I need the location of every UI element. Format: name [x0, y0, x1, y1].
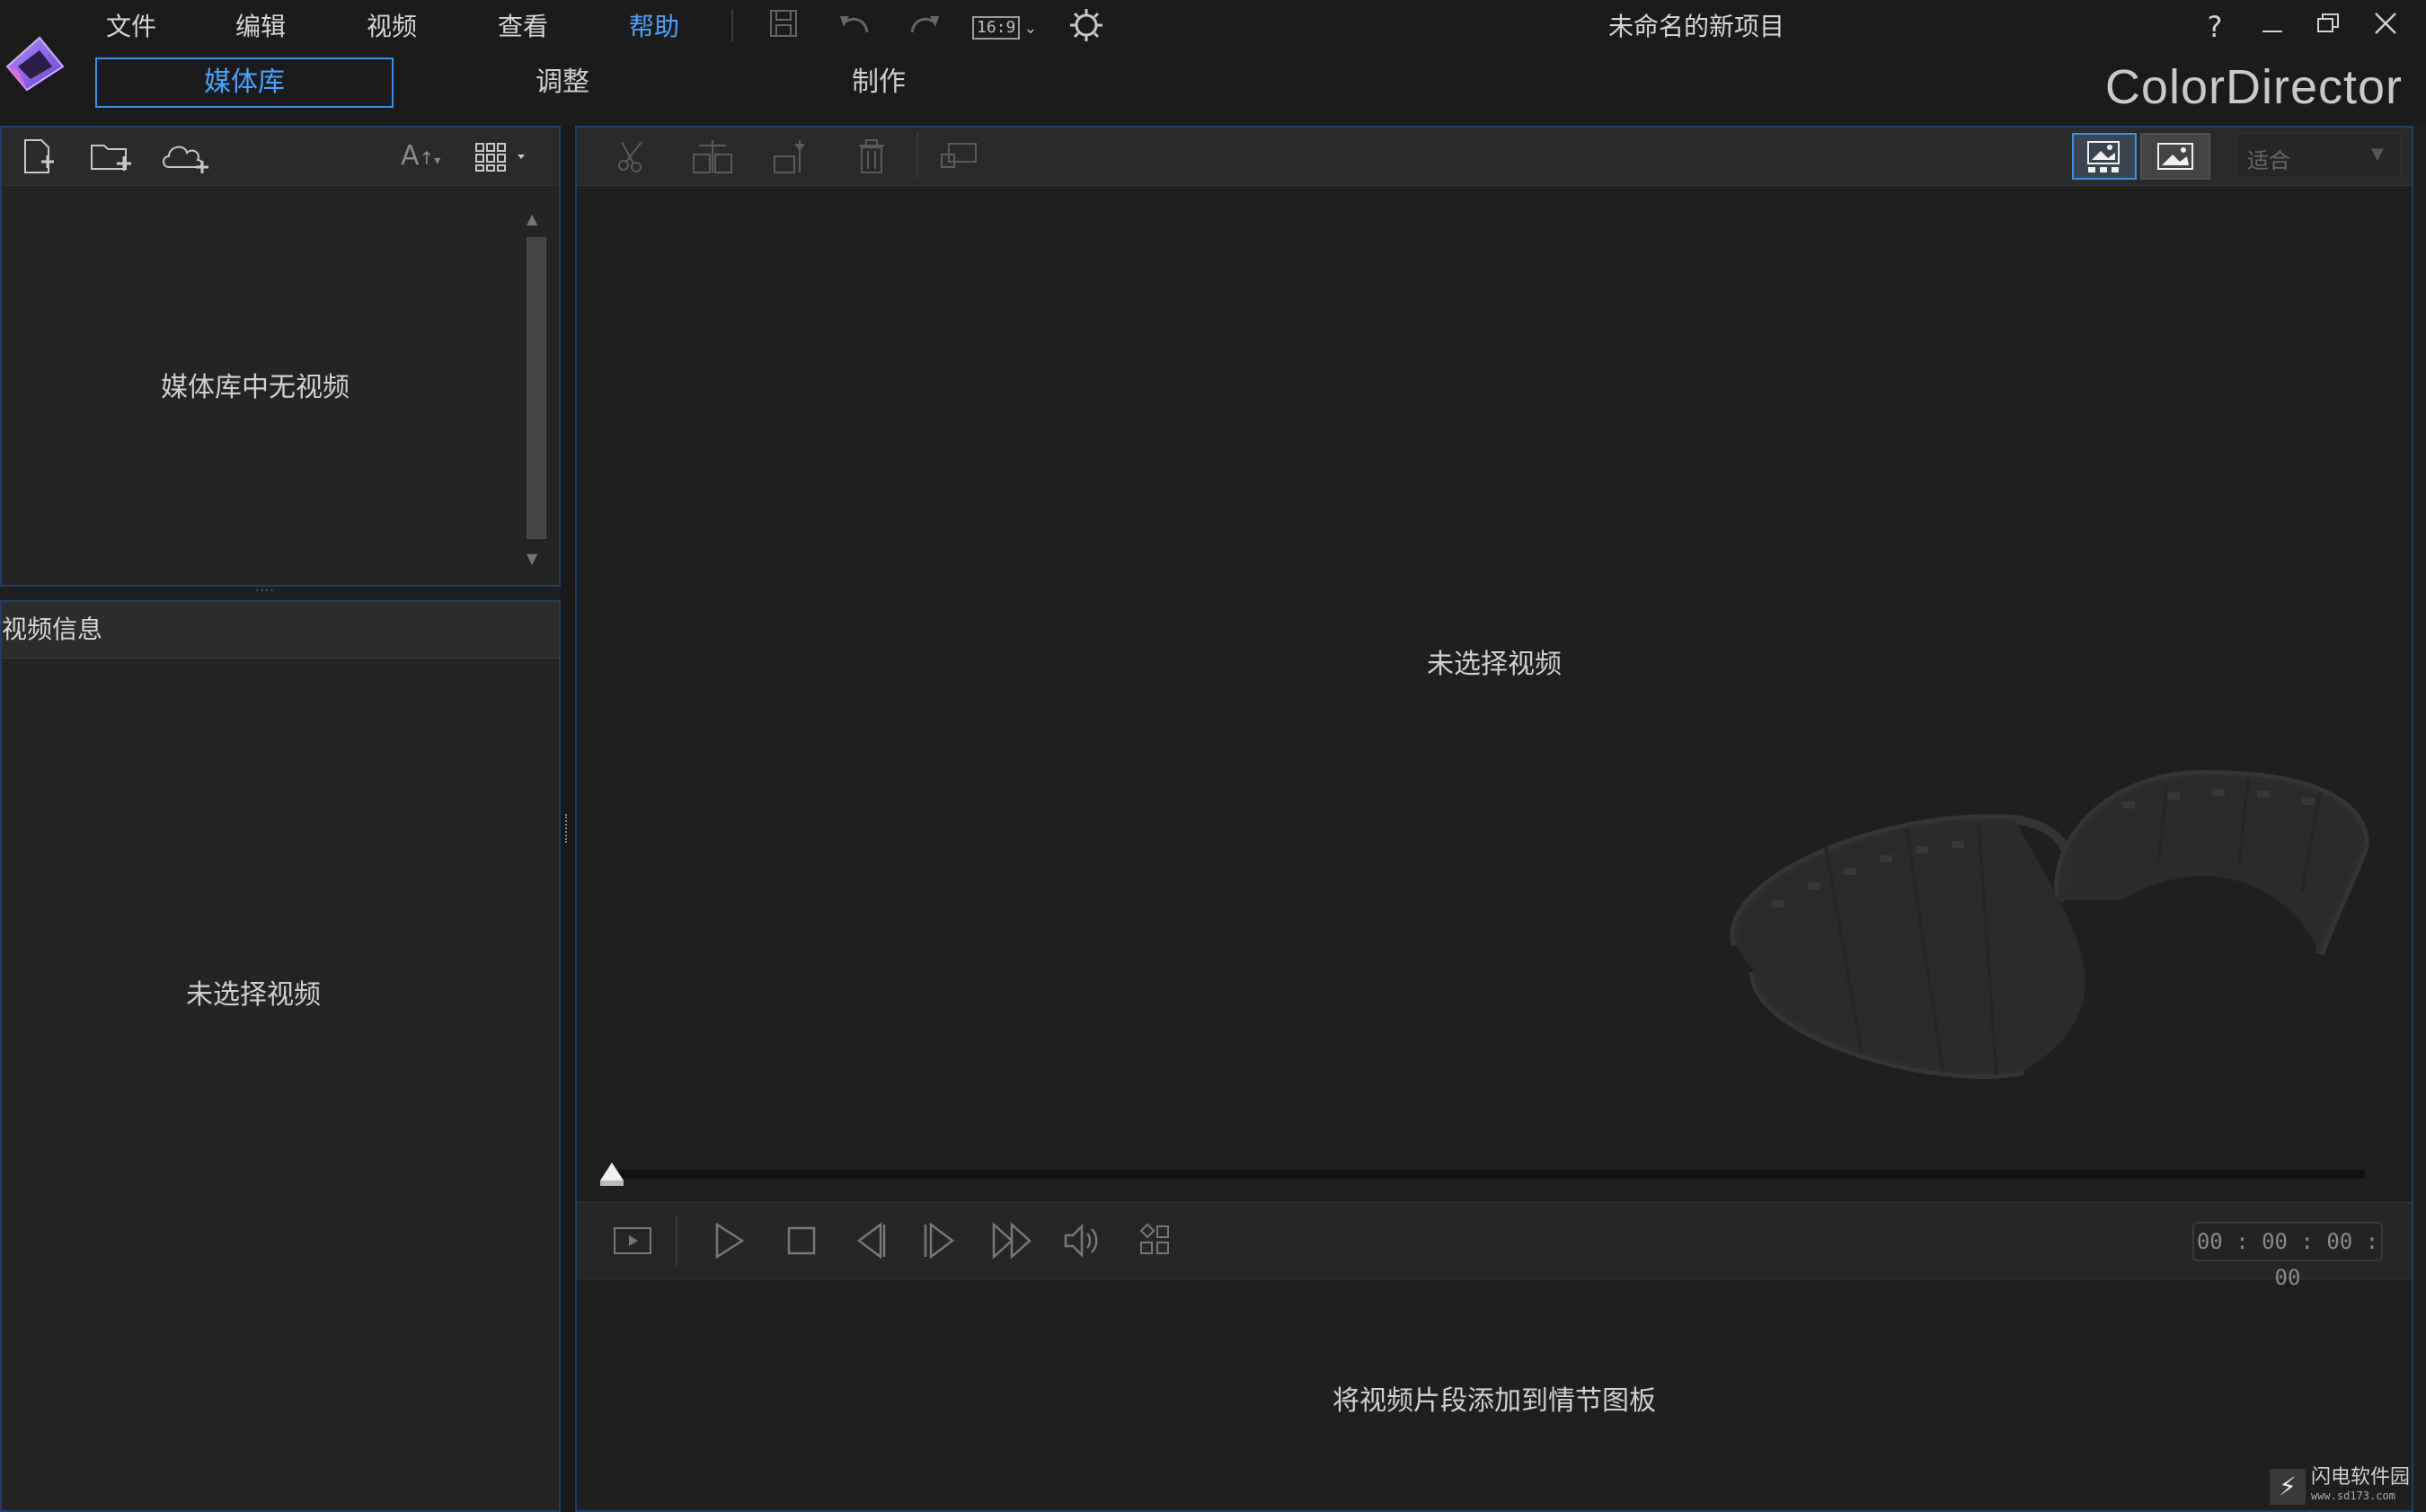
preview-mode-icon[interactable] — [613, 1223, 652, 1262]
view-mode-single-button[interactable] — [2140, 133, 2210, 180]
storyboard-empty-text: 将视频片段添加到情节图板 — [1333, 1385, 1656, 1417]
preview-panel: 适合 ▼ 未选择视频 将视频片段添加到情节图板 — [575, 126, 2413, 1512]
next-frame-icon[interactable] — [922, 1221, 958, 1264]
single-view-icon — [2157, 143, 2193, 170]
preview-empty-text: 未选择视频 — [1427, 649, 1562, 680]
close-icon[interactable] — [2363, 7, 2408, 47]
scrub-bar[interactable] — [613, 1170, 2365, 1179]
media-library-panel: A↑▾ 媒体库中无视频 ▲ ▼ — [0, 126, 561, 587]
menu-edit[interactable]: 编辑 — [235, 9, 286, 45]
insert-clip-icon[interactable] — [690, 137, 735, 180]
play-icon[interactable] — [712, 1221, 748, 1264]
media-library-empty-text: 媒体库中无视频 — [161, 372, 350, 403]
aspect-ratio-value: 16:9 — [972, 16, 1021, 40]
scroll-down-icon[interactable]: ▼ — [527, 550, 537, 567]
colordirector-logo-icon[interactable] — [0, 31, 66, 97]
save-icon[interactable] — [764, 7, 803, 47]
append-clip-icon[interactable] — [771, 137, 816, 180]
volume-icon[interactable] — [1062, 1221, 1103, 1264]
window-title: 未命名的新项目 — [1608, 12, 1785, 41]
previous-frame-icon[interactable] — [852, 1221, 888, 1264]
tab-adjust[interactable]: 调整 — [467, 57, 658, 108]
watermark-url: www.sd173.com — [2310, 1490, 2395, 1502]
aspect-ratio-dropdown[interactable]: 16:9 ⌄ — [972, 13, 1037, 43]
watermark-name: 闪电软件园 — [2310, 1466, 2410, 1489]
video-info-panel: 视频信息 未选择视频 — [0, 600, 561, 1512]
film-strip-decoration-icon — [1700, 747, 2410, 1128]
undo-icon[interactable] — [832, 7, 877, 47]
restore-icon[interactable] — [2306, 7, 2351, 47]
delete-trash-icon[interactable] — [855, 137, 888, 180]
grid-view-icon[interactable] — [474, 140, 532, 176]
import-file-icon[interactable] — [20, 138, 56, 178]
timecode-display: 00 : 00 : 00 : 00 — [2192, 1222, 2383, 1290]
toolbar-separator — [916, 133, 918, 178]
settings-icon[interactable] — [1066, 7, 1107, 47]
stop-icon[interactable] — [785, 1225, 818, 1260]
more-options-icon[interactable] — [1138, 1223, 1173, 1262]
sort-icon[interactable]: A↑▾ — [401, 140, 440, 172]
video-info-empty-text: 未选择视频 — [186, 979, 321, 1011]
import-folder-icon[interactable] — [90, 138, 133, 178]
tab-produce[interactable]: 制作 — [784, 57, 974, 108]
chevron-down-icon: ⌄ — [1023, 18, 1038, 38]
watermark: ⚡ 闪电软件园 www.sd173.com — [2269, 1466, 2410, 1505]
tab-media-library[interactable]: 媒体库 — [95, 57, 394, 108]
menu-video[interactable]: 视频 — [367, 9, 417, 45]
fast-forward-icon[interactable] — [990, 1221, 1035, 1264]
media-library-toolbar: A↑▾ — [2, 128, 559, 186]
video-info-header: 视频信息 — [2, 602, 559, 659]
splitter-grip — [565, 814, 571, 843]
playback-controls-bar — [577, 1202, 2412, 1279]
menu-file[interactable]: 文件 — [106, 9, 156, 45]
media-library-scrollbar[interactable]: ▲ ▼ — [525, 210, 546, 573]
scrollbar-thumb[interactable] — [527, 237, 546, 539]
menu-view[interactable]: 查看 — [498, 9, 548, 45]
snapshot-icon[interactable] — [940, 138, 979, 178]
playhead-marker-icon[interactable] — [598, 1161, 625, 1191]
scroll-up-icon[interactable]: ▲ — [527, 210, 537, 227]
minimize-icon[interactable] — [2250, 7, 2295, 47]
vertical-splitter[interactable] — [561, 126, 575, 1512]
help-button[interactable]: ? — [2192, 7, 2237, 47]
menu-help[interactable]: 帮助 — [629, 9, 679, 45]
lightning-logo-icon: ⚡ — [2269, 1469, 2306, 1505]
filmstrip-view-icon — [2087, 141, 2120, 172]
zoom-value: 适合 — [2247, 148, 2290, 173]
zoom-dropdown[interactable]: 适合 ▼ — [2236, 133, 2401, 178]
split-scissors-icon[interactable] — [615, 138, 651, 178]
view-mode-filmstrip-button[interactable] — [2072, 133, 2137, 180]
panel-resize-handle[interactable]: ···· — [255, 585, 288, 597]
menu-separator — [731, 9, 733, 41]
cloud-download-icon[interactable] — [160, 140, 210, 178]
chevron-down-icon: ▼ — [2371, 145, 2384, 164]
preview-toolbar: 适合 ▼ — [577, 128, 2412, 186]
redo-icon[interactable] — [902, 7, 947, 47]
brand-logo-text: ColorDirector — [2104, 60, 2403, 114]
controls-separator — [676, 1216, 677, 1266]
